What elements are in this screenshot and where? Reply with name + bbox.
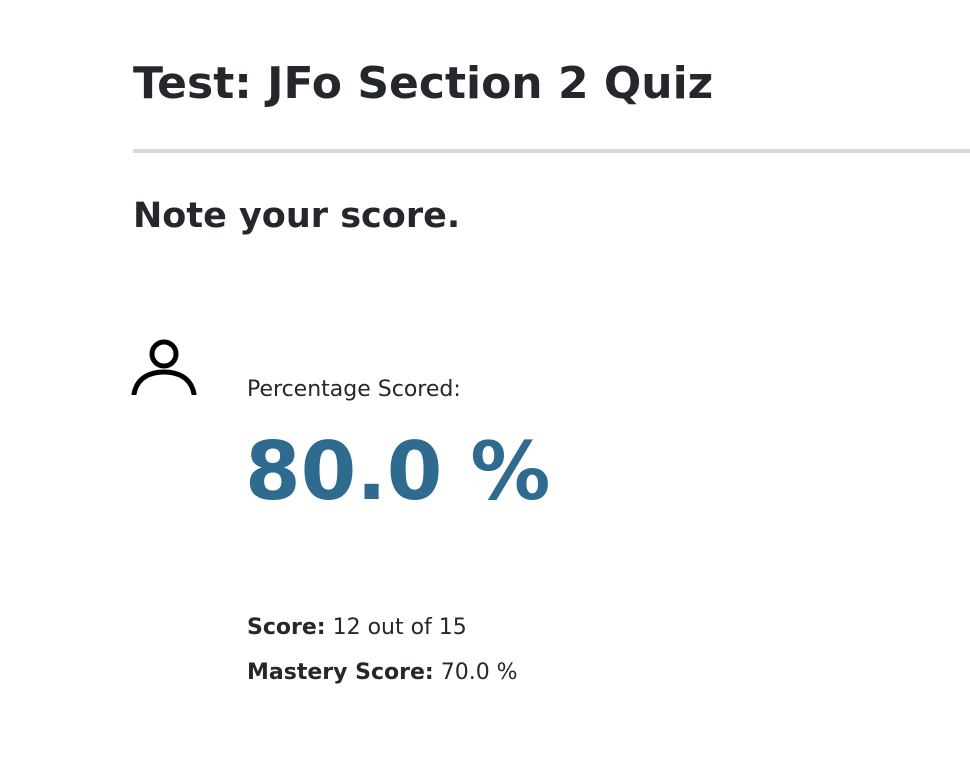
score-label: Score: <box>247 615 326 640</box>
score-row: Score: 12 out of 15 <box>247 613 467 643</box>
score-value: 12 out of 15 <box>332 615 467 640</box>
percentage-value: 80.0 % <box>245 425 551 518</box>
user-icon <box>131 337 197 395</box>
page-title: Test: JFo Section 2 Quiz <box>133 58 714 109</box>
mastery-score-row: Mastery Score: 70.0 % <box>247 658 518 688</box>
note-score-heading: Note your score. <box>133 196 461 236</box>
mastery-score-value: 70.0 % <box>440 660 518 685</box>
percentage-label: Percentage Scored: <box>247 377 461 402</box>
mastery-score-label: Mastery Score: <box>247 660 434 685</box>
title-divider <box>133 149 970 153</box>
